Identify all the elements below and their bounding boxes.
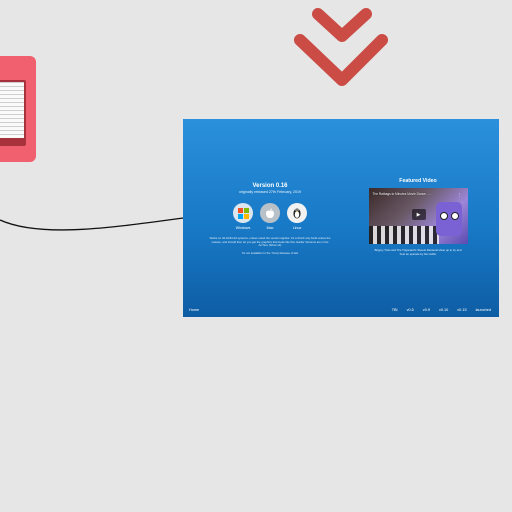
version-title: Version 0.16 bbox=[252, 183, 288, 189]
video-menu-icon[interactable]: ⋮ bbox=[458, 192, 462, 197]
version-subtitle: originally released 27th February, 2019 bbox=[238, 190, 302, 194]
nav-link-launched[interactable]: launched bbox=[476, 308, 491, 312]
video-player[interactable]: The Ratbags to Minutes Movie Dance - ...… bbox=[368, 188, 468, 244]
connector-line bbox=[0, 217, 184, 231]
apple-icon bbox=[266, 207, 274, 218]
play-icon: ▶ bbox=[416, 211, 421, 218]
video-character bbox=[435, 202, 462, 236]
nav-home-link[interactable]: Home bbox=[189, 308, 199, 312]
nav-link-v0-10[interactable]: v0.10 bbox=[439, 308, 448, 312]
windows-button[interactable] bbox=[233, 203, 253, 223]
linux-button[interactable] bbox=[287, 203, 307, 223]
featured-video-section: Featured Video The Ratbags to Minutes Mo… bbox=[368, 178, 468, 256]
version-note: It's not available for the Trusty Releas… bbox=[241, 250, 299, 255]
mac-button[interactable] bbox=[260, 203, 280, 223]
os-button-row: Windows Mac Linux bbox=[205, 203, 335, 230]
nav-link-v0-5[interactable]: v0.5 bbox=[407, 308, 414, 312]
linux-icon bbox=[293, 208, 301, 219]
mac-label: Mac bbox=[266, 226, 274, 230]
download-section: Version 0.16 originally released 27th Fe… bbox=[205, 183, 335, 255]
video-floor-pattern bbox=[368, 226, 439, 244]
windows-icon bbox=[237, 207, 249, 219]
linux-download[interactable]: Linux bbox=[287, 203, 307, 230]
version-description: Works on 32-bit/64-bit systems, unless n… bbox=[209, 236, 331, 248]
version-nav-links: TBI v0.5 v0.9 v0.10 v0.15 launched bbox=[392, 308, 491, 312]
slide-footer-nav: Home TBI v0.5 v0.9 v0.10 v0.15 launched bbox=[183, 306, 499, 314]
nav-link-v0-15[interactable]: v0.15 bbox=[457, 308, 466, 312]
linux-label: Linux bbox=[292, 226, 302, 230]
character-eye bbox=[450, 212, 459, 220]
character-eye bbox=[439, 212, 448, 220]
chevron-down-icon[interactable] bbox=[294, 8, 388, 86]
mac-download[interactable]: Mac bbox=[260, 203, 280, 230]
windows-download[interactable]: Windows bbox=[233, 203, 253, 230]
windows-label: Windows bbox=[235, 226, 251, 230]
download-slide: Version 0.16 originally released 27th Fe… bbox=[183, 119, 499, 317]
video-caption: Brigory Trots and The Trigonauti's Sheet… bbox=[374, 248, 462, 256]
nav-link-tbi[interactable]: TBI bbox=[392, 308, 398, 312]
play-button[interactable]: ▶ bbox=[411, 209, 426, 220]
featured-video-title: Featured Video bbox=[399, 178, 437, 184]
video-title: The Ratbags to Minutes Movie Dance - ... bbox=[372, 192, 432, 196]
nav-link-v0-9[interactable]: v0.9 bbox=[423, 308, 430, 312]
